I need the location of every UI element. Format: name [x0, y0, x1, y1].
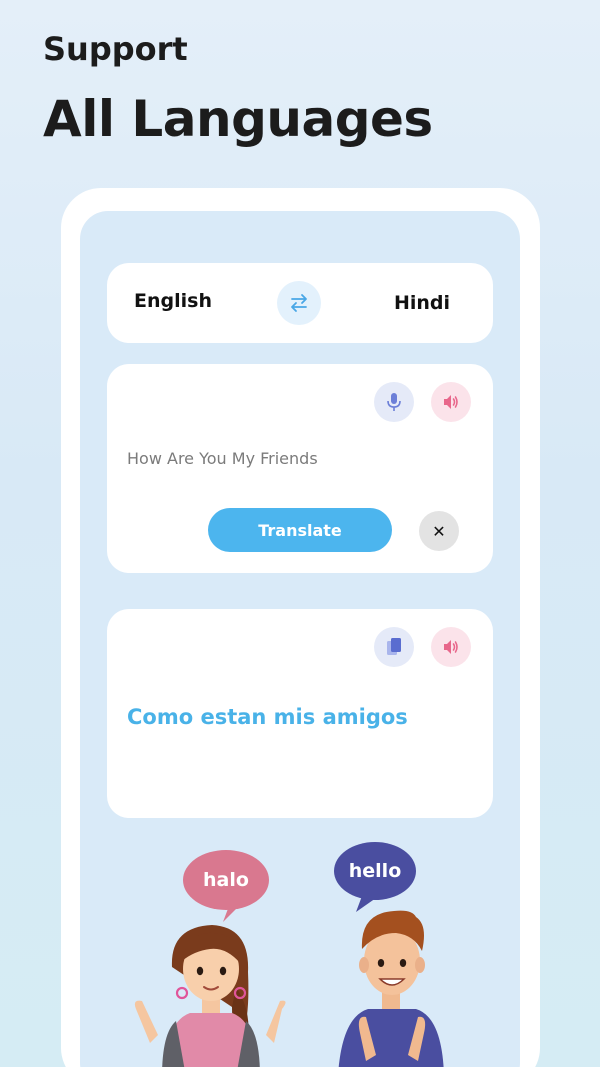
close-icon: ✕: [432, 521, 446, 541]
microphone-icon: [387, 393, 401, 411]
output-card: Como estan mis amigos: [107, 609, 493, 818]
translate-button[interactable]: Translate: [208, 508, 392, 552]
microphone-button[interactable]: [374, 382, 414, 422]
input-text[interactable]: How Are You My Friends: [127, 449, 318, 468]
input-speaker-button[interactable]: [431, 382, 471, 422]
speaker-icon: [444, 395, 458, 409]
halo-speech-bubble: halo: [183, 850, 269, 922]
hello-speech-bubble: hello: [334, 842, 416, 912]
input-card: How Are You My Friends Translate ✕: [107, 364, 493, 573]
headline-title: All Languages: [43, 90, 433, 148]
hello-text: hello: [348, 860, 402, 882]
swap-languages-button[interactable]: [277, 281, 321, 325]
phone-screen: English Hindi How Are You My Friends Tra…: [80, 211, 520, 1067]
halo-text: halo: [203, 869, 249, 891]
output-text: Como estan mis amigos: [127, 705, 408, 729]
source-language[interactable]: English: [134, 290, 212, 312]
clear-button[interactable]: ✕: [419, 511, 459, 551]
swap-arrows-icon: [291, 294, 307, 312]
output-speaker-button[interactable]: [431, 627, 471, 667]
boy-illustration: [338, 910, 444, 1067]
headline-subtitle: Support: [43, 30, 188, 68]
copy-button[interactable]: [374, 627, 414, 667]
language-selector-card: English Hindi: [107, 263, 493, 343]
speaker-icon: [444, 640, 458, 654]
target-language[interactable]: Hindi: [394, 292, 450, 314]
copy-icon: [387, 638, 401, 655]
girl-illustration: [134, 925, 286, 1067]
